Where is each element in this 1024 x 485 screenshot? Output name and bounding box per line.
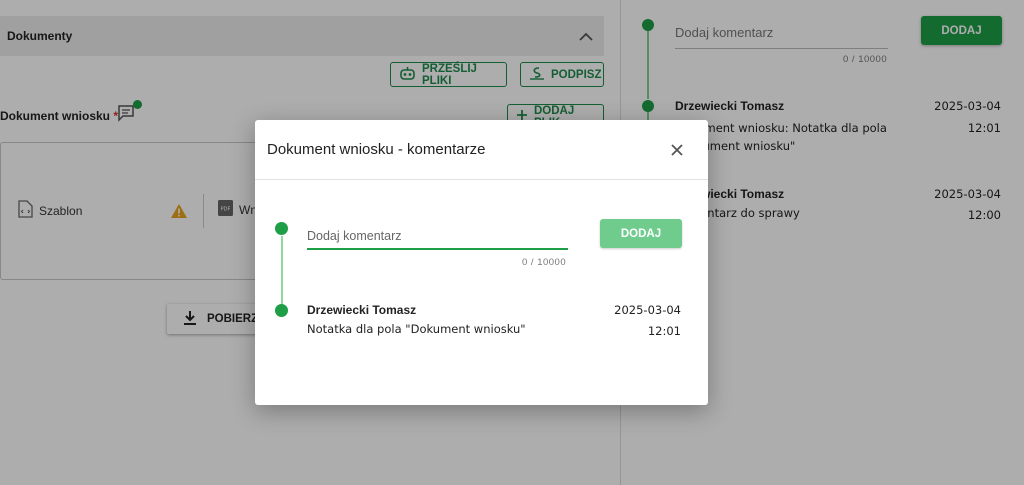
timeline-dot [275, 304, 288, 317]
comment-author: Drzewiecki Tomasz [307, 303, 417, 317]
comment-text: Notatka dla pola "Dokument wniosku" [307, 322, 526, 336]
comments-dialog: Dokument wniosku - komentarze 0 / 10000 … [255, 120, 708, 405]
dialog-title: Dokument wniosku - komentarze [267, 141, 486, 158]
comment-input[interactable] [307, 227, 568, 245]
char-counter: 0 / 10000 [522, 257, 567, 268]
comment-date: 2025-03-04 [614, 303, 681, 317]
timeline-line [281, 236, 283, 306]
input-underline [307, 248, 568, 250]
timeline-dot [275, 222, 288, 235]
close-icon[interactable] [667, 140, 687, 160]
dialog-header: Dokument wniosku - komentarze [255, 120, 708, 180]
add-comment-button[interactable]: DODAJ [600, 219, 682, 248]
add-comment-label: DODAJ [620, 227, 662, 240]
comment-time: 12:01 [647, 324, 681, 338]
